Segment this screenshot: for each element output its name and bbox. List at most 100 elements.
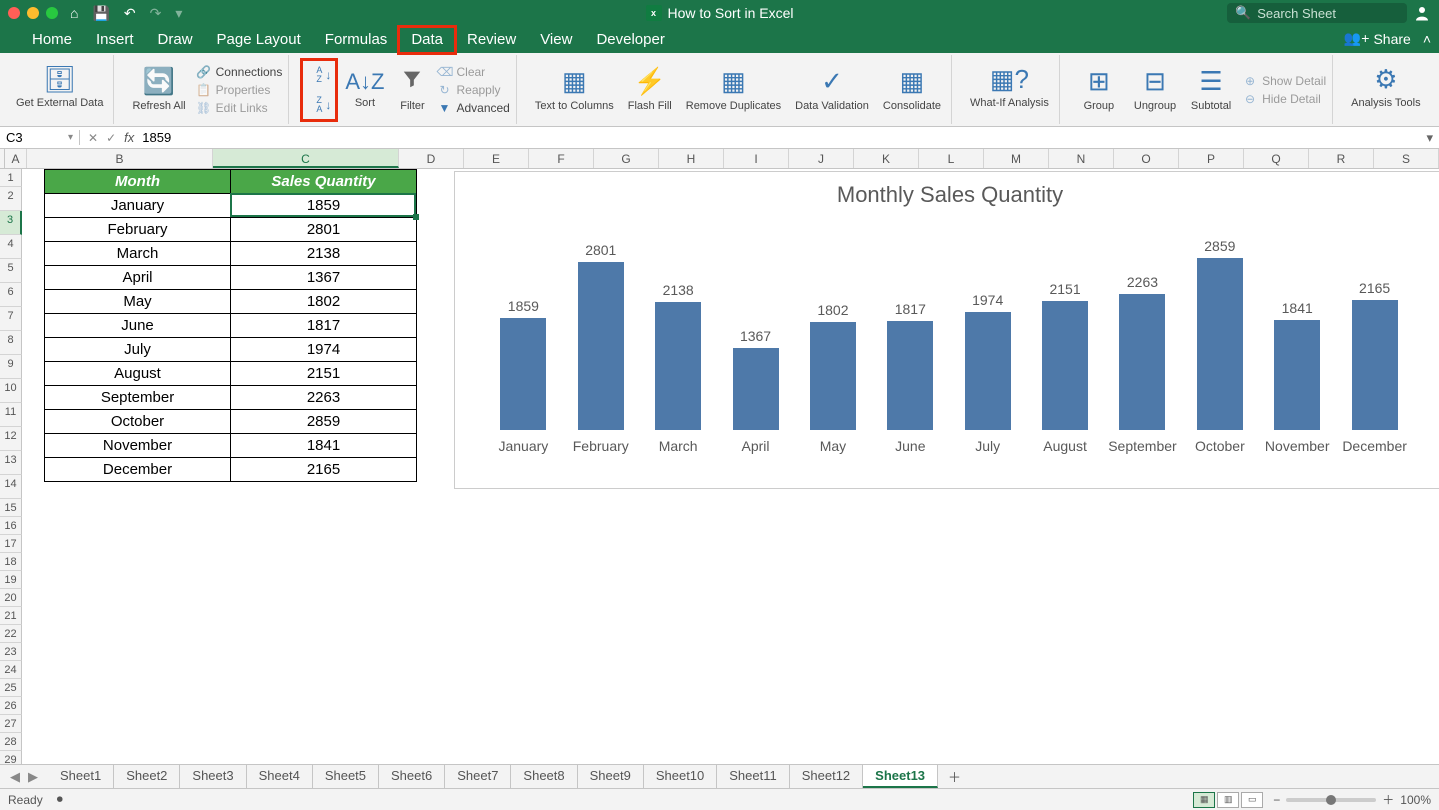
column-header-n[interactable]: N [1049,149,1114,168]
formula-input[interactable]: 1859 [142,130,171,145]
undo-icon[interactable]: ↶ [124,5,136,22]
row-header-20[interactable]: 20 [0,589,22,607]
chart-bar[interactable] [1042,301,1088,430]
data-validation-button[interactable]: ✓Data Validation [791,60,873,120]
zoom-out-button[interactable]: − [1273,793,1280,807]
row-header-13[interactable]: 13 [0,451,22,475]
analysis-tools-button[interactable]: ⚙Analysis Tools [1347,57,1425,117]
cell[interactable]: 1841 [231,434,417,458]
subtotal-button[interactable]: ☰Subtotal [1186,60,1236,120]
chart[interactable]: Monthly Sales Quantity 1859January2801Fe… [454,171,1439,489]
cell[interactable]: January [45,194,231,218]
cell[interactable]: April [45,266,231,290]
row-header-10[interactable]: 10 [0,379,22,403]
tab-review[interactable]: Review [455,27,528,53]
cell[interactable]: 2165 [231,458,417,482]
column-header-r[interactable]: R [1309,149,1374,168]
chart-bar[interactable] [578,262,624,430]
group-button[interactable]: ⊞Group [1074,60,1124,120]
chart-bar[interactable] [733,348,779,430]
cell[interactable]: May [45,290,231,314]
search-input[interactable]: 🔍 Search Sheet [1227,3,1407,23]
refresh-all-button[interactable]: 🔄 Refresh All [128,60,189,120]
sheet-tab-sheet13[interactable]: Sheet13 [863,765,938,788]
redo-icon[interactable]: ↷ [150,5,162,22]
column-header-e[interactable]: E [464,149,529,168]
column-header-a[interactable]: A [5,149,27,168]
column-header-h[interactable]: H [659,149,724,168]
row-header-27[interactable]: 27 [0,715,22,733]
tab-insert[interactable]: Insert [84,27,146,53]
cell[interactable]: October [45,410,231,434]
tab-data[interactable]: Data [399,27,455,53]
column-header-k[interactable]: K [854,149,919,168]
sheet-tab-sheet4[interactable]: Sheet4 [247,765,313,788]
cell[interactable]: August [45,362,231,386]
cell[interactable]: 2151 [231,362,417,386]
edit-links-button[interactable]: ⛓Edit Links [196,101,283,115]
sheet-tab-sheet2[interactable]: Sheet2 [114,765,180,788]
tab-formulas[interactable]: Formulas [313,27,400,53]
chart-bar[interactable] [655,302,701,430]
minimize-window-button[interactable] [27,7,39,19]
sort-button[interactable]: A↓Z Sort [341,60,388,120]
row-header-5[interactable]: 5 [0,259,22,283]
row-header-24[interactable]: 24 [0,661,22,679]
qat-dropdown-icon[interactable]: ▾ [175,5,182,22]
sheet-tab-sheet1[interactable]: Sheet1 [48,765,114,788]
tab-developer[interactable]: Developer [584,27,676,53]
column-header-b[interactable]: B [27,149,213,168]
row-header-26[interactable]: 26 [0,697,22,715]
close-window-button[interactable] [8,7,20,19]
cell[interactable]: September [45,386,231,410]
column-header-l[interactable]: L [919,149,984,168]
column-header-m[interactable]: M [984,149,1049,168]
sheet-tab-sheet11[interactable]: Sheet11 [717,765,789,788]
what-if-button[interactable]: ▦?What-If Analysis [966,57,1053,117]
column-header-o[interactable]: O [1114,149,1179,168]
text-to-columns-button[interactable]: ▦Text to Columns [531,60,618,120]
cell[interactable]: 1859 [231,194,417,218]
cell[interactable]: 2801 [231,218,417,242]
chart-bar[interactable] [810,322,856,430]
maximize-window-button[interactable] [46,7,58,19]
row-header-25[interactable]: 25 [0,679,22,697]
table-header-sales[interactable]: Sales Quantity [231,170,417,194]
row-header-12[interactable]: 12 [0,427,22,451]
sheet-tab-sheet6[interactable]: Sheet6 [379,765,445,788]
filter-button[interactable]: Filter [394,60,430,120]
row-header-3[interactable]: 3 [0,211,22,235]
chart-bar[interactable] [1352,300,1398,430]
cell[interactable]: 2138 [231,242,417,266]
fill-handle[interactable] [413,214,419,220]
column-header-d[interactable]: D [399,149,464,168]
clear-filter-button[interactable]: ⌫Clear [436,65,509,79]
column-header-q[interactable]: Q [1244,149,1309,168]
row-header-6[interactable]: 6 [0,283,22,307]
cell[interactable]: 1974 [231,338,417,362]
remove-duplicates-button[interactable]: ▦Remove Duplicates [682,60,785,120]
properties-button[interactable]: 📋Properties [196,83,283,97]
tab-page-layout[interactable]: Page Layout [205,27,313,53]
cell[interactable]: November [45,434,231,458]
chart-bar[interactable] [1274,320,1320,430]
row-header-7[interactable]: 7 [0,307,22,331]
cell[interactable]: June [45,314,231,338]
cell[interactable]: 1367 [231,266,417,290]
cell[interactable]: 1802 [231,290,417,314]
column-header-j[interactable]: J [789,149,854,168]
row-header-9[interactable]: 9 [0,355,22,379]
show-detail-button[interactable]: ⊕Show Detail [1242,74,1326,88]
column-header-p[interactable]: P [1179,149,1244,168]
row-header-16[interactable]: 16 [0,517,22,535]
column-header-g[interactable]: G [594,149,659,168]
tab-draw[interactable]: Draw [146,27,205,53]
row-header-23[interactable]: 23 [0,643,22,661]
cell[interactable]: 2263 [231,386,417,410]
chart-bar[interactable] [1119,294,1165,430]
row-header-29[interactable]: 29 [0,751,22,764]
cell[interactable]: July [45,338,231,362]
row-header-28[interactable]: 28 [0,733,22,751]
row-header-2[interactable]: 2 [0,187,22,211]
name-box[interactable]: C3 ▾ [0,130,80,145]
